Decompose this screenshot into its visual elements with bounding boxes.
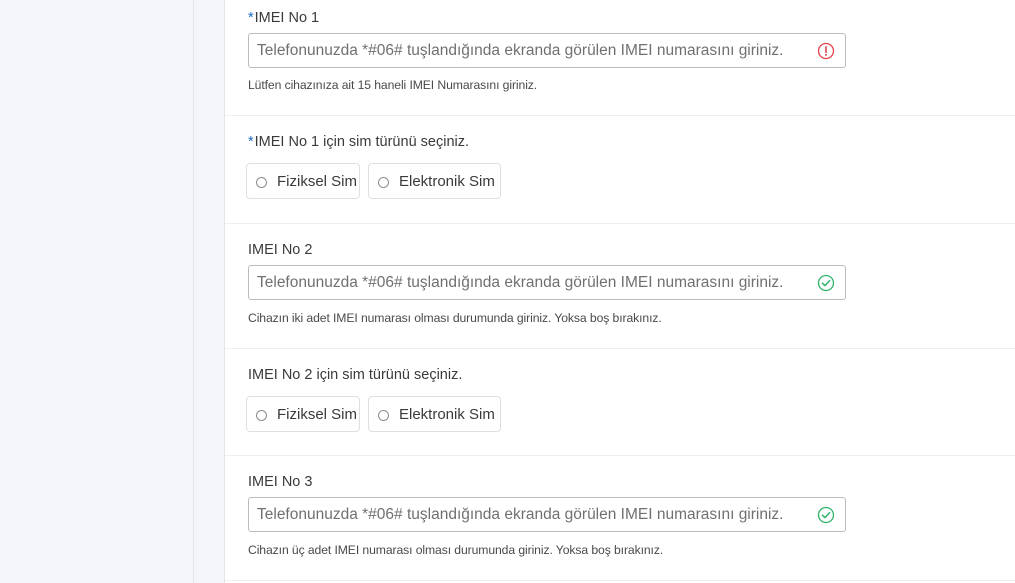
- form-card: *IMEI No 1 Lütfen cihazınıza ait 15 hane…: [224, 0, 1015, 583]
- sim1-option-electronic[interactable]: Elektronik Sim: [368, 163, 501, 199]
- imei3-input[interactable]: [249, 498, 817, 531]
- radio-label: Elektronik Sim: [399, 406, 495, 423]
- main-content: *IMEI No 1 Lütfen cihazınıza ait 15 hane…: [194, 0, 1015, 583]
- radio-label: Elektronik Sim: [399, 173, 495, 190]
- sim2-option-physical[interactable]: Fiziksel Sim: [246, 396, 360, 432]
- error-icon: [817, 42, 835, 60]
- check-circle-icon: [817, 274, 835, 292]
- imei2-field[interactable]: [248, 265, 846, 300]
- sim2-label: IMEI No 2 için sim türünü seçiniz.: [248, 367, 463, 383]
- sim2-section: IMEI No 2 için sim türünü seçiniz. Fizik…: [225, 349, 1015, 456]
- imei2-label: IMEI No 2: [248, 242, 313, 258]
- radio-circle-icon[interactable]: [256, 410, 267, 421]
- imei3-section: IMEI No 3 Cihazın üç adet IMEI numarası …: [225, 456, 1015, 581]
- required-mark: *: [248, 134, 254, 150]
- imei1-label: *IMEI No 1: [248, 10, 320, 26]
- imei1-help-text: Lütfen cihazınıza ait 15 haneli IMEI Num…: [248, 78, 538, 92]
- imei2-help-text: Cihazın iki adet IMEI numarası olması du…: [248, 311, 662, 325]
- imei1-section: *IMEI No 1 Lütfen cihazınıza ait 15 hane…: [225, 0, 1015, 116]
- sim1-label: *IMEI No 1 için sim türünü seçiniz.: [248, 134, 470, 150]
- imei2-section: IMEI No 2 Cihazın iki adet IMEI numarası…: [225, 224, 1015, 349]
- radio-circle-icon[interactable]: [256, 177, 267, 188]
- required-mark: *: [248, 10, 254, 26]
- radio-label: Fiziksel Sim: [277, 173, 358, 190]
- sim1-section: *IMEI No 1 için sim türünü seçiniz. Fizi…: [225, 116, 1015, 224]
- imei2-input[interactable]: [249, 266, 817, 299]
- radio-label: Fiziksel Sim: [277, 406, 358, 423]
- imei1-input[interactable]: [249, 34, 817, 67]
- imei1-field[interactable]: [248, 33, 846, 68]
- radio-circle-icon[interactable]: [378, 177, 389, 188]
- imei3-help-text: Cihazın üç adet IMEI numarası olması dur…: [248, 543, 664, 557]
- radio-circle-icon[interactable]: [378, 410, 389, 421]
- imei3-field[interactable]: [248, 497, 846, 532]
- imei3-label: IMEI No 3: [248, 474, 313, 490]
- sim1-option-physical[interactable]: Fiziksel Sim: [246, 163, 360, 199]
- check-circle-icon: [817, 506, 835, 524]
- sim2-option-electronic[interactable]: Elektronik Sim: [368, 396, 501, 432]
